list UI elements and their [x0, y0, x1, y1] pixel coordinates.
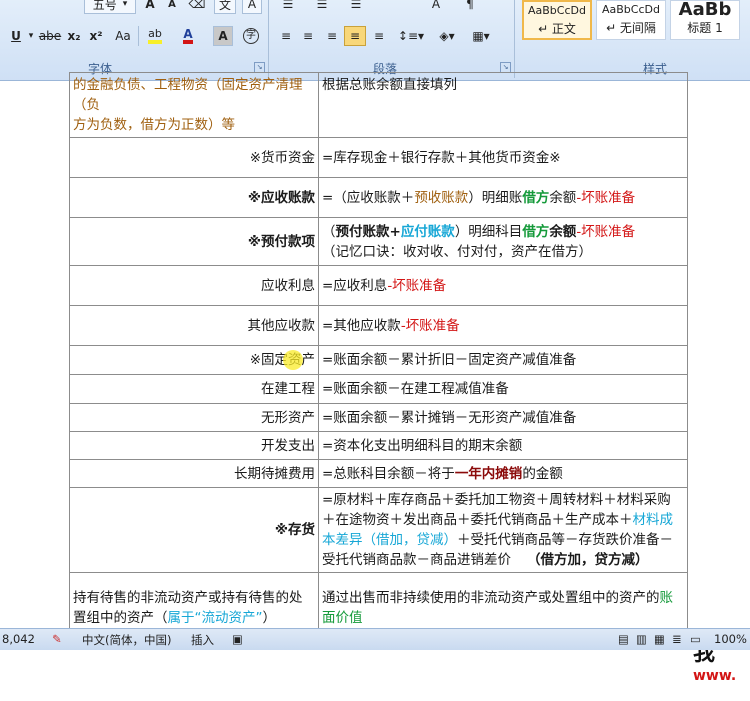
macro-record-icon[interactable]: ▣ [232, 632, 243, 646]
underline-dropdown-icon[interactable]: ▾ [26, 26, 36, 46]
style-normal[interactable]: AaBbCcDd ↵ 正文 [522, 0, 592, 40]
row-formula: =账面余额－在建工程减值准备 [318, 374, 688, 404]
font-color-icon[interactable]: A [176, 26, 200, 46]
table-row: 在建工程 =账面余额－在建工程减值准备 [69, 374, 688, 404]
row-formula: =账面余额－累计折旧－固定资产减值准备 [318, 345, 688, 375]
row-formula: =应收利息-坏账准备 [318, 265, 688, 306]
chinese-layout-icon[interactable]: A [424, 0, 448, 14]
zoom-level[interactable]: 100% [714, 632, 747, 646]
align-center-icon[interactable]: ≡ [298, 26, 318, 46]
cell-text: 的金融负债、工程物资（固定资产清理（负 [73, 77, 303, 113]
borders-icon[interactable]: ▦▾ [466, 26, 496, 46]
font-size-select[interactable]: 五号 ▾ [84, 0, 136, 14]
shading-icon[interactable]: ◈▾ [432, 26, 462, 46]
row-label: ※货币资金 [69, 137, 319, 178]
subscript-button[interactable]: x₂ [64, 26, 84, 46]
table-row: ※固定资产 =账面余额－累计折旧－固定资产减值准备 [69, 345, 688, 375]
superscript-button[interactable]: x² [86, 26, 106, 46]
strikethrough-button[interactable]: abe [38, 26, 62, 46]
row-label: 长期待摊费用 [69, 459, 319, 488]
justify-icon[interactable]: ≡ [344, 26, 366, 46]
char-shading-icon[interactable]: A [213, 26, 233, 46]
underline-button[interactable]: U [4, 26, 28, 46]
row-formula: =资本化支出明细科目的期末余额 [318, 431, 688, 460]
outline-icon[interactable]: ≣ [672, 632, 682, 646]
balance-sheet-table: 的金融负债、工程物资（固定资产清理（负 方为负数，借方为正数）等 根据总账余额直… [69, 72, 688, 643]
web-layout-icon[interactable]: ▦ [654, 632, 665, 646]
numbering-icon[interactable]: ☰ [310, 0, 334, 14]
change-case-button[interactable]: Aa [110, 26, 136, 46]
row-formula: =原材料＋库存商品＋委托加工物资＋周转材料＋材料采购＋在途物资＋发出商品＋委托代… [318, 487, 688, 573]
row-label: ※应收账款 [69, 177, 319, 218]
proofing-icon[interactable]: ✎ [52, 632, 62, 646]
bullets-icon[interactable]: ☰ [276, 0, 300, 14]
draft-icon[interactable]: ▭ [690, 632, 701, 646]
line-spacing-icon[interactable]: ↕≡▾ [396, 26, 426, 46]
table-row: 应收利息 =应收利息-坏账准备 [69, 265, 688, 306]
language-indicator[interactable]: 中文(简体，中国) [82, 632, 171, 648]
table-row: ※应收账款 =（应收账款＋预收账款）明细账借方余额-坏账准备 [69, 177, 688, 218]
insert-mode[interactable]: 插入 [191, 632, 214, 648]
document-area: 的金融负债、工程物资（固定资产清理（负 方为负数，借方为正数）等 根据总账余额直… [0, 72, 750, 684]
align-left-icon[interactable]: ≡ [276, 26, 296, 46]
row-formula: =（应收账款＋预收账款）明细账借方余额-坏账准备 [318, 177, 688, 218]
table-row: 其他应收款 =其他应收款-坏账准备 [69, 305, 688, 346]
row-label: 无形资产 [69, 403, 319, 432]
chevron-down-icon: ▾ [122, 0, 128, 9]
multilevel-list-icon[interactable]: ☰ [344, 0, 368, 14]
table-row: 开发支出 =资本化支出明细科目的期末余额 [69, 431, 688, 460]
align-right-icon[interactable]: ≡ [322, 26, 342, 46]
table-row: ※存货 =原材料＋库存商品＋委托加工物资＋周转材料＋材料采购＋在途物资＋发出商品… [69, 487, 688, 573]
watermark-logo: 我 www. [693, 641, 737, 684]
clear-format-icon[interactable]: ⌫ [186, 0, 208, 14]
distribute-icon[interactable]: ≡ [368, 26, 390, 46]
status-bar: 8,042 ✎ 中文(简体，中国) 插入 ▣ ▤ ▥ ▦ ≣ ▭ 100% [0, 628, 750, 650]
cell-text: 根据总账余额直接填列 [322, 77, 457, 93]
style-no-spacing[interactable]: AaBbCcDd ↵ 无间隔 [596, 0, 666, 40]
table-row: 无形资产 =账面余额－累计摊销－无形资产减值准备 [69, 403, 688, 432]
table-row: ※预付款项 （预付账款+应付账款）明细科目借方余额-坏账准备 （记忆口诀：收对收… [69, 217, 688, 266]
row-label: ※存货 [69, 487, 319, 573]
row-formula: =总账科目余额－将于一年内摊销的金额 [318, 459, 688, 488]
show-marks-icon[interactable]: ¶ [460, 0, 480, 14]
print-layout-icon[interactable]: ▤ [618, 632, 629, 646]
phonetic-guide-icon[interactable]: 文 [214, 0, 236, 14]
row-label: 其他应收款 [69, 305, 319, 346]
shrink-font-icon[interactable]: A [162, 0, 182, 14]
cell-text: 方为负数，借方为正数）等 [73, 117, 235, 133]
row-formula: （预付账款+应付账款）明细科目借方余额-坏账准备 （记忆口诀：收对收、付对付，资… [318, 217, 688, 266]
cursor-highlight-icon [283, 350, 303, 370]
table-row: 长期待摊费用 =总账科目余额－将于一年内摊销的金额 [69, 459, 688, 488]
char-border-icon[interactable]: A [242, 0, 262, 14]
row-label: 应收利息 [69, 265, 319, 306]
row-label: ※预付款项 [69, 217, 319, 266]
style-heading-1[interactable]: AaBb 标题 1 [670, 0, 740, 40]
word-count[interactable]: 8,042 [2, 632, 35, 646]
row-label: 在建工程 [69, 374, 319, 404]
enclose-char-icon[interactable]: 字 [240, 26, 262, 46]
table-row: ※货币资金 =库存现金＋银行存款＋其他货币资金※ [69, 137, 688, 178]
row-label: ※固定资产 [69, 345, 319, 375]
row-formula: =账面余额－累计摊销－无形资产减值准备 [318, 403, 688, 432]
ribbon: 五号 ▾ A A ⌫ 文 A U ▾ abe x₂ x² Aa ab A A 字 … [0, 0, 750, 81]
full-screen-reading-icon[interactable]: ▥ [636, 632, 647, 646]
row-formula: =库存现金＋银行存款＋其他货币资金※ [318, 137, 688, 178]
row-formula: =其他应收款-坏账准备 [318, 305, 688, 346]
grow-font-icon[interactable]: A [140, 0, 160, 14]
row-label: 开发支出 [69, 431, 319, 460]
table-row: 的金融负债、工程物资（固定资产清理（负 方为负数，借方为正数）等 根据总账余额直… [69, 72, 688, 138]
highlight-color-icon[interactable]: ab [143, 26, 167, 46]
